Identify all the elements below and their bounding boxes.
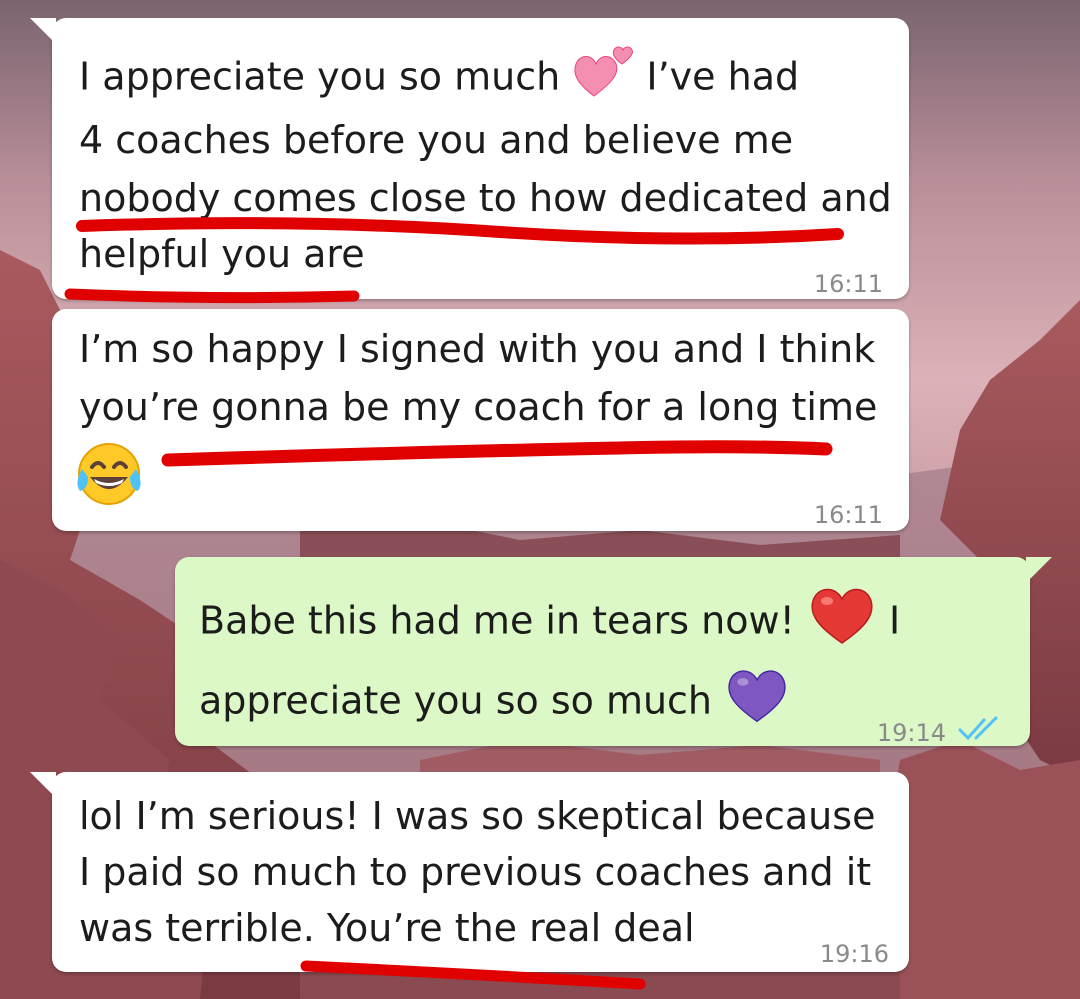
underline-stroke (300, 960, 646, 990)
underline-stroke (64, 288, 360, 304)
underline-stroke (161, 440, 833, 467)
underline-stroke (76, 217, 844, 245)
red-underline-annotations (64, 217, 844, 990)
